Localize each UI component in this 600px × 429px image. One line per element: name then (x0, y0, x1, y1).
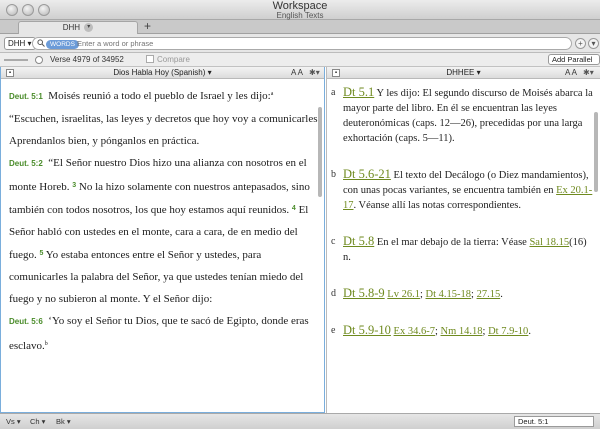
footnote-marker[interactable]: b (45, 341, 48, 347)
verse-slider-track[interactable] (4, 59, 28, 61)
bible-passage: Deut. 5:1 Moisés reunió a todo el pueblo… (9, 83, 321, 357)
footnote-marker[interactable]: a (271, 91, 274, 97)
verse-reference[interactable]: Deut. 5:2 (9, 159, 43, 168)
notes-list: a Dt 5.1 Y les dijo: El segundo discurso… (331, 85, 593, 360)
tab-dhh[interactable]: DHH ▾ (18, 21, 138, 34)
verse-nav-button[interactable]: Vs ▾ (6, 416, 21, 427)
verse-text: ‘Yo soy el Señor tu Dios, que te sacó de… (9, 315, 309, 352)
cross-reference-link[interactable]: Ex 34.6-7 (394, 326, 435, 337)
note-item: e Dt 5.9-10 Ex 34.6-7; Nm 14.18; Dt 7.9-… (331, 323, 531, 337)
add-tab-button[interactable]: + (144, 20, 151, 33)
gear-icon[interactable]: ✱▾ (309, 67, 320, 79)
verse-paragraph: Deut. 5:6 ‘Yo soy el Señor tu Dios, que … (9, 310, 321, 357)
verse-count: Verse 4979 of 34952 (50, 55, 124, 64)
current-reference-field[interactable]: Deut. 5:1 (514, 416, 594, 427)
compare-checkbox[interactable] (146, 55, 154, 63)
note-item: b Dt 5.6-21 El texto del Decálogo (o Die… (331, 167, 593, 213)
add-parallel-button[interactable]: Add Parallel ▾ (548, 54, 600, 73)
note-reference-link[interactable]: Dt 5.8-9 (343, 286, 385, 300)
cross-reference-link[interactable]: 27.15 (477, 289, 501, 300)
verse-paragraph: Deut. 5:2 “El Señor nuestro Dios hizo un… (9, 152, 321, 310)
note-text: Y les dijo: El segundo discurso de Moisé… (343, 88, 593, 144)
bible-text-pane: ▪ Dios Habla Hoy (Spanish) ▾ A A ✱▾ Deut… (0, 67, 325, 413)
note-text: En el mar debajo de la tierra: Véase (376, 237, 527, 248)
book-nav-button[interactable]: Bk ▾ (56, 416, 71, 427)
window-subtitle: English Texts (276, 11, 324, 20)
verse-slider-handle[interactable] (35, 56, 43, 64)
gear-icon[interactable]: ✱▾ (583, 67, 594, 79)
note-item: d Dt 5.8-9 Lv 26.1; Dt 4.15-18; 27.15. (331, 286, 503, 300)
note-reference-link[interactable]: Dt 5.9-10 (343, 323, 391, 337)
note-item: c Dt 5.8 En el mar debajo de la tierra: … (331, 234, 593, 265)
tab-strip: DHH ▾ + (0, 20, 600, 34)
bible-pane-header: ▪ Dios Habla Hoy (Spanish) ▾ A A ✱▾ (1, 67, 324, 79)
verse-reference[interactable]: Deut. 5:6 (9, 317, 43, 326)
compare-toggle[interactable]: Compare (146, 54, 190, 66)
search-options-button[interactable]: ▾ (588, 38, 599, 49)
note-reference-link[interactable]: Dt 5.8 (343, 234, 374, 248)
tab-label: DHH (62, 23, 81, 32)
verse-reference[interactable]: Deut. 5:1 (9, 92, 43, 101)
search-input[interactable] (77, 38, 557, 49)
cross-reference-link[interactable]: Nm 14.18 (441, 326, 483, 337)
book-selector-button[interactable]: DHH ▾ (4, 37, 36, 50)
note-letter: e (331, 325, 336, 336)
add-search-button[interactable]: + (575, 38, 586, 49)
notes-resource-selector[interactable]: DHHEE ▾ (327, 67, 600, 79)
verse-paragraph: “Escuchen, israelitas, las leyes y decre… (9, 108, 321, 152)
verse-navigation-row: Verse 4979 of 34952 Compare Add Parallel… (0, 53, 600, 73)
note-item: a Dt 5.1 Y les dijo: El segundo discurso… (331, 85, 593, 146)
verse-text: Yo estaba entonces entre el Señor y uste… (9, 249, 304, 305)
notes-pane: ▪ DHHEE ▾ A A ✱▾ a Dt 5.1 Y les dijo: El… (326, 67, 600, 413)
notes-pane-header: ▪ DHHEE ▾ A A ✱▾ (327, 67, 600, 79)
cross-reference-link[interactable]: Sal 18.15 (529, 237, 569, 248)
font-size-icon[interactable]: A A (291, 67, 303, 79)
window-titlebar: Workspace English Texts (0, 0, 600, 20)
note-letter: c (331, 236, 336, 247)
search-icon[interactable] (37, 39, 45, 49)
note-letter: a (331, 87, 336, 98)
note-letter: b (331, 169, 336, 180)
cross-reference-link[interactable]: Dt 4.15-18 (426, 289, 472, 300)
note-letter: d (331, 288, 336, 299)
search-box: WORDS (32, 37, 572, 50)
cross-reference-link[interactable]: Dt 7.9-10 (488, 326, 528, 337)
tab-dropdown-icon[interactable]: ▾ (84, 23, 94, 33)
note-reference-link[interactable]: Dt 5.1 (343, 85, 374, 99)
verse-number[interactable]: 3 (72, 182, 76, 189)
status-bar: Vs ▾ Ch ▾ Bk ▾ Deut. 5:1 (0, 413, 600, 429)
compare-label: Compare (157, 55, 190, 64)
font-size-icon[interactable]: A A (565, 67, 577, 79)
cross-reference-link[interactable]: Lv 26.1 (387, 289, 420, 300)
notes-pane-scrollbar[interactable] (594, 112, 598, 192)
verse-text: “Escuchen, israelitas, las leyes y decre… (9, 113, 321, 147)
note-reference-link[interactable]: Dt 5.6-21 (343, 167, 391, 181)
search-toolbar: DHH ▾ WORDS + ▾ (0, 34, 600, 53)
verse-text: Moisés reunió a todo el pueblo de Israel… (48, 90, 271, 102)
bible-pane-scrollbar[interactable] (318, 107, 322, 197)
verse-paragraph: Deut. 5:1 Moisés reunió a todo el pueblo… (9, 83, 321, 108)
note-text: . Véanse allí las notas correspondientes… (353, 200, 521, 211)
verse-number[interactable]: 5 (40, 250, 44, 257)
search-mode-chip[interactable]: WORDS (46, 39, 79, 49)
bible-version-selector[interactable]: Dios Habla Hoy (Spanish) ▾ (1, 67, 324, 79)
verse-number[interactable]: 4 (292, 205, 296, 212)
chapter-nav-button[interactable]: Ch ▾ (30, 416, 45, 427)
